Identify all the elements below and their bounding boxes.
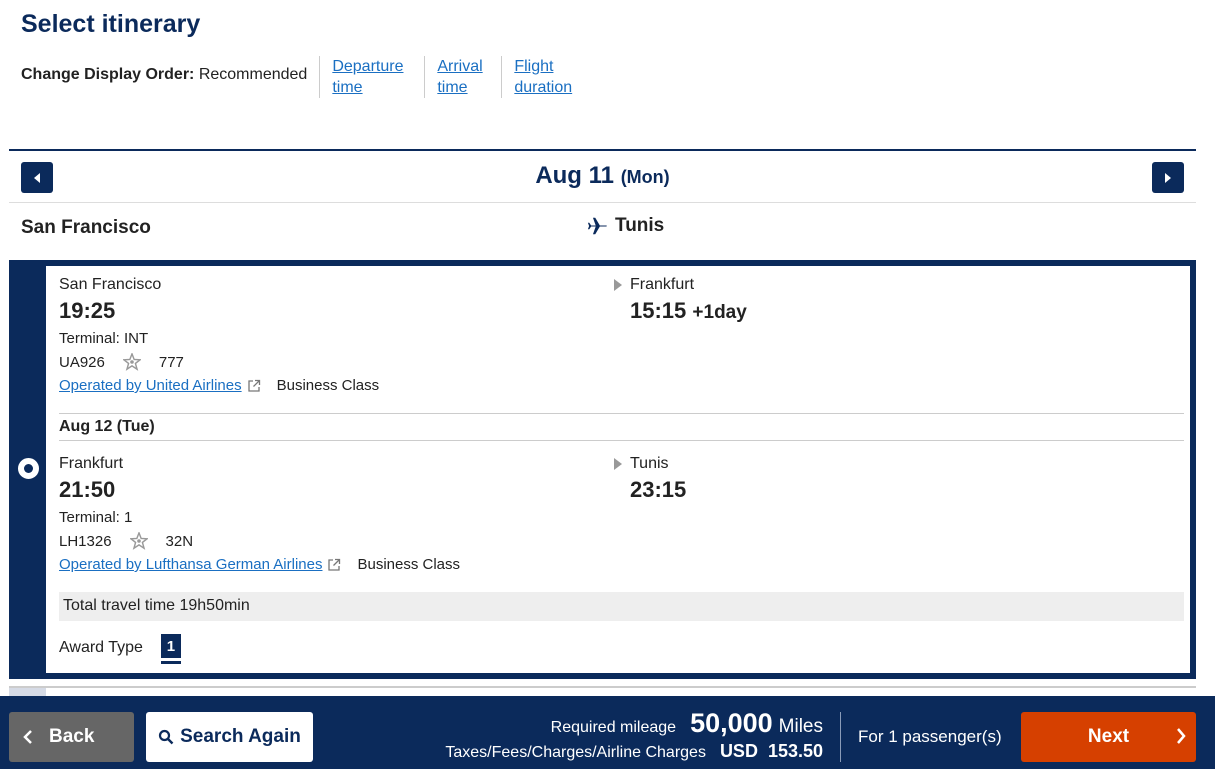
flight-info: LH1326 32N <box>59 532 1184 550</box>
footer-bar: Back Search Again Required mileage 50,00… <box>0 696 1215 769</box>
divider <box>59 413 1184 414</box>
award-type-badge[interactable]: 1 <box>160 634 181 661</box>
aircraft-type: 777 <box>158 353 184 371</box>
search-again-label: Search Again <box>180 726 301 747</box>
flight-number: UA926 <box>59 353 105 371</box>
arrival-day-offset: +1day <box>692 302 747 323</box>
cabin-class: Business Class <box>276 377 380 394</box>
display-order-current: Recommended <box>198 66 308 83</box>
arrival-time-value: 15:15 <box>630 298 687 323</box>
connection-date: Aug 12 (Tue) <box>59 418 155 435</box>
back-button[interactable]: Back <box>9 712 134 762</box>
award-type-label: Award Type <box>59 638 143 656</box>
operator-line: Operated by United Airlines Business Cla… <box>59 377 1184 394</box>
route-header: San Francisco Tunis <box>9 204 1196 256</box>
search-icon <box>159 729 174 745</box>
arrow-right-icon <box>614 458 622 470</box>
star-alliance-icon <box>129 532 148 550</box>
arrival-time: 23:15 <box>630 477 687 502</box>
star-alliance-icon <box>122 353 141 371</box>
arrival-city: Tunis <box>614 455 686 473</box>
sort-flight-duration-link[interactable]: Flight duration <box>514 56 586 98</box>
route-origin: San Francisco <box>21 217 151 238</box>
page-title: Select itinerary <box>21 10 201 38</box>
departure-terminal: Terminal: 1 <box>59 509 133 526</box>
departure-terminal: Terminal: INT <box>59 330 149 347</box>
itinerary-radio[interactable] <box>18 458 39 479</box>
taxes-label: Taxes/Fees/Charges/Airline Charges <box>445 744 706 761</box>
arrival-info: Tunis 23:15 <box>614 455 686 503</box>
divider <box>59 440 1184 441</box>
chevron-right-icon <box>1177 728 1186 744</box>
search-again-button[interactable]: Search Again <box>146 712 313 762</box>
sort-duration-line1: Flight <box>514 58 554 75</box>
sort-departure-line1: Departure <box>332 58 404 75</box>
next-button[interactable]: Next <box>1021 712 1196 762</box>
flight-info: UA926 777 <box>59 353 1184 371</box>
display-order-bar: Change Display Order: Recommended Depart… <box>21 56 598 100</box>
required-mileage-unit: Miles <box>778 716 823 737</box>
operator-line: Operated by Lufthansa German Airlines Bu… <box>59 556 1184 573</box>
selected-date-value: Aug 11 <box>535 162 615 189</box>
separator <box>424 56 426 98</box>
sort-arrival-line2: time <box>437 79 468 96</box>
separator <box>319 56 321 98</box>
price-summary: Required mileage 50,000 Miles Taxes/Fees… <box>445 708 823 762</box>
operated-by-link[interactable]: Operated by Lufthansa German Airlines <box>59 556 322 573</box>
next-option-divider <box>9 686 1196 688</box>
selected-date-dow: (Mon) <box>620 167 670 187</box>
caret-right-icon <box>1165 172 1171 183</box>
footer-separator <box>840 712 841 762</box>
arrival-city-label: Frankfurt <box>630 276 695 293</box>
display-order-title: Change Display Order: <box>21 66 195 83</box>
required-mileage-value: 50,000 <box>690 708 773 738</box>
arrow-right-icon <box>614 279 622 291</box>
next-option-edge <box>9 688 46 696</box>
sort-arrival-line1: Arrival <box>437 58 483 75</box>
date-bar: Aug 11 (Mon) <box>9 151 1196 203</box>
sort-arrival-time-link[interactable]: Arrival time <box>437 56 489 98</box>
aircraft-type: 32N <box>165 532 194 550</box>
route-destination-label: Tunis <box>615 215 665 236</box>
arrival-info: Frankfurt 15:15 +1day <box>614 276 747 324</box>
arrival-city: Frankfurt <box>614 276 747 294</box>
next-day-button[interactable] <box>1152 162 1184 193</box>
itinerary-option[interactable]: San Francisco 19:25 Terminal: INT UA926 … <box>9 260 1196 679</box>
airplane-icon <box>587 217 607 235</box>
flight-number: LH1326 <box>59 532 112 550</box>
itinerary-details: San Francisco 19:25 Terminal: INT UA926 … <box>46 266 1190 673</box>
operated-by-link[interactable]: Operated by United Airlines <box>59 377 242 394</box>
flight-segment: Frankfurt 21:50 Terminal: 1 LH1326 32N O… <box>59 455 1184 573</box>
route-destination: Tunis <box>587 215 664 237</box>
back-button-label: Back <box>49 726 95 747</box>
award-type: Award Type 1 <box>59 634 181 661</box>
flight-segment: San Francisco 19:25 Terminal: INT UA926 … <box>59 276 1184 394</box>
external-link-icon[interactable] <box>247 379 261 393</box>
chevron-left-icon <box>23 730 32 744</box>
selected-date: Aug 11 (Mon) <box>9 162 1196 190</box>
sort-departure-time-link[interactable]: Departure time <box>332 56 412 98</box>
arrival-city-label: Tunis <box>630 455 669 472</box>
required-mileage-label: Required mileage <box>550 719 677 736</box>
taxes-value: USD 153.50 <box>719 741 823 761</box>
separator <box>501 56 503 98</box>
cabin-class: Business Class <box>357 556 461 573</box>
arrival-time: 15:15 +1day <box>614 298 747 324</box>
next-button-label: Next <box>1087 726 1130 747</box>
sort-departure-line2: time <box>332 79 363 96</box>
sort-duration-line2: duration <box>514 79 573 96</box>
external-link-icon[interactable] <box>327 558 341 572</box>
passenger-count: For 1 passenger(s) <box>858 727 1002 746</box>
display-order-label: Change Display Order: Recommended <box>21 56 307 84</box>
total-travel-time: Total travel time 19h50min <box>59 592 1184 621</box>
